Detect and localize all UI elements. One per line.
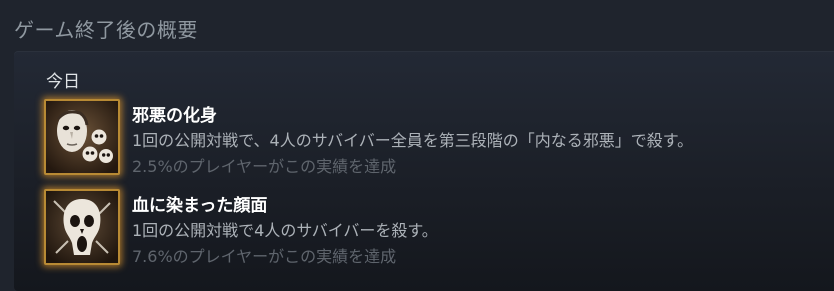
- achievement-description: 1回の公開対戦で、4人のサバイバー全員を第三段階の「内なる邪悪」で殺す。: [132, 131, 694, 150]
- achievement-item[interactable]: 邪悪の化身 1回の公開対戦で、4人のサバイバー全員を第三段階の「内なる邪悪」で殺…: [44, 99, 824, 181]
- masked-killer-skulls-icon: [44, 99, 120, 175]
- day-label: 今日: [46, 72, 80, 92]
- screaming-skull-icon: [44, 189, 120, 265]
- achievement-unlock-percent: 7.6%のプレイヤーがこの実績を達成: [132, 247, 397, 266]
- achievement-name: 血に染まった顔面: [132, 196, 268, 216]
- achievement-name: 邪悪の化身: [132, 106, 217, 126]
- achievement-description: 1回の公開対戦で4人のサバイバーを殺す。: [132, 221, 438, 240]
- section-title: ゲーム終了後の概要: [14, 18, 198, 42]
- achievement-unlock-percent: 2.5%のプレイヤーがこの実績を達成: [132, 157, 397, 176]
- achievement-item[interactable]: 血に染まった顔面 1回の公開対戦で4人のサバイバーを殺す。 7.6%のプレイヤー…: [44, 189, 824, 271]
